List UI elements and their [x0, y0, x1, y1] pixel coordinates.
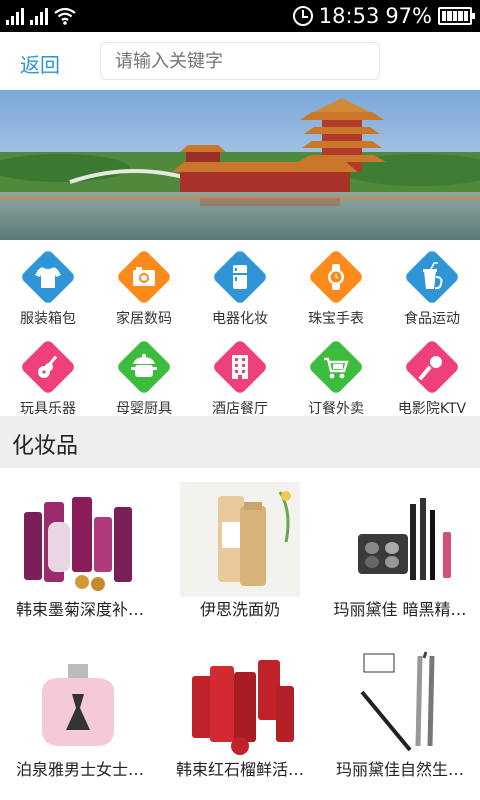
delivery-icon: [324, 357, 349, 379]
drink-icon: [423, 262, 443, 290]
status-time: 18:53: [318, 4, 380, 28]
category-label: 电影院KTV: [397, 401, 467, 417]
battery-percent: 97%: [385, 4, 432, 28]
alarm-icon: [292, 6, 313, 26]
product-image: [42, 664, 114, 746]
section-title: 化妆品: [12, 434, 79, 459]
category-clothing[interactable]: 服装箱包: [0, 248, 96, 328]
section-header: 化妆品: [0, 416, 480, 468]
banner-image: [0, 90, 480, 240]
microphone-icon: [418, 356, 442, 381]
guitar-icon: [38, 355, 58, 378]
category-label: 玩具乐器: [20, 401, 76, 417]
fridge-icon: [233, 265, 247, 289]
category-label: 珠宝手表: [308, 311, 364, 327]
product-card[interactable]: 玛丽黛佳 暗黑精…: [320, 470, 480, 640]
category-label: 母婴厨具: [116, 401, 172, 417]
battery-icon: [438, 7, 475, 25]
product-card[interactable]: 玛丽黛佳自然生…: [320, 630, 480, 800]
category-hotel-restaurant[interactable]: 酒店餐厅: [192, 338, 288, 418]
signal-icon-2: [30, 7, 48, 25]
category-label: 服装箱包: [20, 311, 76, 327]
category-cinema-ktv[interactable]: 电影院KTV: [384, 338, 480, 418]
category-label: 电器化妆: [212, 311, 268, 327]
category-food-delivery[interactable]: 订餐外卖: [288, 338, 384, 418]
product-card[interactable]: 伊思洗面奶: [160, 470, 320, 640]
promo-banner[interactable]: [0, 90, 480, 240]
product-card[interactable]: 韩束墨菊深度补…: [0, 470, 160, 640]
shirt-icon: [35, 267, 61, 288]
category-label: 酒店餐厅: [212, 401, 268, 417]
signal-indicators: [6, 7, 76, 25]
category-toys-instruments[interactable]: 玩具乐器: [0, 338, 96, 418]
product-name: 玛丽黛佳自然生…: [335, 760, 464, 779]
category-grid: 服装箱包 家居数码 电器化妆 珠宝手表 食品运动 玩具乐器 母婴厨具 酒店餐厅 …: [0, 240, 480, 418]
product-image: [360, 651, 435, 752]
category-home-digital[interactable]: 家居数码: [96, 248, 192, 328]
product-image: [192, 660, 294, 755]
product-card[interactable]: 泊泉雅男士女士…: [0, 630, 160, 800]
building-icon: [232, 355, 248, 379]
product-name: 玛丽黛佳 暗黑精…: [333, 600, 467, 619]
product-name: 韩束墨菊深度补…: [15, 600, 144, 619]
product-image: [180, 482, 300, 597]
signal-icon: [6, 7, 24, 25]
category-baby-kitchen[interactable]: 母婴厨具: [96, 338, 192, 418]
product-image: [24, 497, 132, 591]
status-bar: 18:53 97%: [0, 0, 480, 32]
category-label: 订餐外卖: [308, 401, 364, 417]
product-image: [358, 498, 451, 580]
category-label: 家居数码: [116, 311, 172, 327]
top-bar: 返回: [0, 32, 480, 90]
category-food-sports[interactable]: 食品运动: [384, 248, 480, 328]
category-label: 食品运动: [404, 311, 460, 327]
product-name: 韩束红石榴鲜活…: [175, 760, 304, 779]
product-name: 泊泉雅男士女士…: [15, 760, 144, 779]
category-jewelry-watch[interactable]: 珠宝手表: [288, 248, 384, 328]
wifi-icon: [54, 7, 76, 25]
back-button[interactable]: 返回: [20, 49, 60, 78]
camera-icon: [133, 267, 155, 286]
product-name: 伊思洗面奶: [199, 600, 280, 619]
pot-icon: [131, 354, 157, 377]
category-appliance-cosmetics[interactable]: 电器化妆: [192, 248, 288, 328]
search-input[interactable]: [100, 42, 380, 80]
watch-icon: [328, 264, 344, 290]
product-card[interactable]: 韩束红石榴鲜活…: [160, 630, 320, 800]
